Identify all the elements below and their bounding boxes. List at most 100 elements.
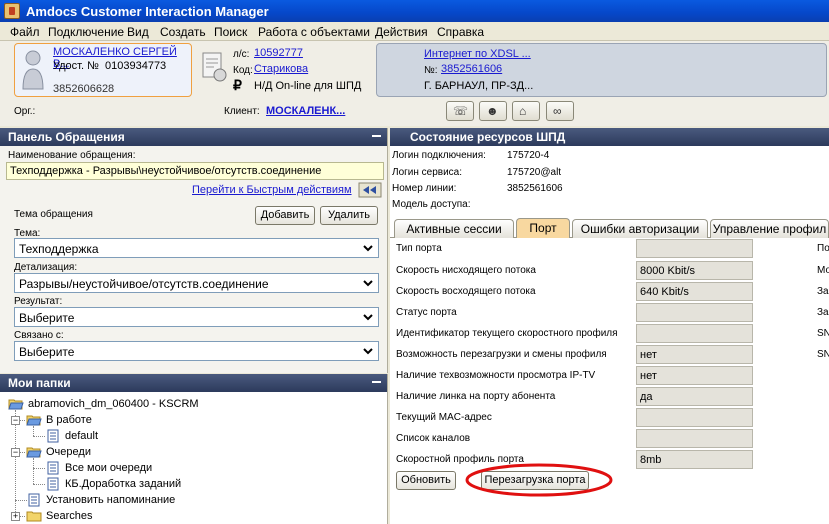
expand-icon[interactable]: + (11, 512, 20, 521)
tab-active-sessions[interactable]: Активные сессии (394, 219, 514, 238)
menu-help[interactable]: Справка (437, 25, 484, 39)
folder-root[interactable]: abramovich_dm_060400 - KSCRM (28, 398, 199, 410)
right-label-1: По (817, 243, 829, 254)
phone-search-button[interactable]: ☏ (446, 101, 474, 121)
folder-queues[interactable]: Очереди (46, 446, 91, 458)
service-name-link[interactable]: Интернет по XDSL ... (424, 48, 531, 60)
ls-value-link[interactable]: 10592777 (254, 47, 303, 59)
related-value: Выберите (19, 345, 75, 359)
service-num-link[interactable]: 3852561606 (441, 63, 502, 75)
org-label: Орг.: (14, 106, 36, 117)
quick-actions-link[interactable]: Перейти к Быстрым действиям (192, 184, 352, 196)
service-card[interactable]: Интернет по XDSL ... №: 3852561606 Г. БА… (376, 43, 827, 97)
minimize-icon[interactable] (372, 381, 381, 383)
folder-reminder[interactable]: Установить напоминание (46, 494, 175, 506)
link-field: да (636, 387, 753, 406)
downstream-label: Скорость нисходящего потока (396, 265, 536, 276)
iptv-field: нет (636, 366, 753, 385)
folder-default[interactable]: default (65, 430, 98, 442)
ls-label: л/с: (233, 49, 250, 60)
downstream-field: 8000 Kbit/s (636, 261, 753, 280)
tab-profile-management[interactable]: Управление профил (710, 219, 829, 238)
add-button[interactable]: Добавить (255, 206, 315, 225)
code-value-link[interactable]: Старикова (254, 63, 308, 75)
person-search-button[interactable]: ☻ (479, 101, 507, 121)
folder-open-icon (26, 415, 42, 426)
ruble-icon: ₽ (233, 77, 242, 93)
client-value-link[interactable]: МОСКАЛЕНК... (266, 105, 345, 117)
detail-select[interactable]: Разрывы/неустойчивое/отсутств.соединение (14, 273, 379, 293)
profile-id-field (636, 324, 753, 343)
line-number-label: Номер линии: (392, 183, 457, 194)
detail-value: Разрывы/неустойчивое/отсутств.соединение (19, 277, 269, 291)
service-num-label: №: (424, 65, 438, 76)
collapse-icon[interactable]: − (11, 416, 20, 425)
minimize-icon[interactable] (372, 135, 381, 137)
phone-icon: ☏ (453, 104, 469, 118)
code-label: Код: (233, 65, 253, 76)
port-type-label: Тип порта (396, 243, 442, 254)
window-title: Amdocs Customer Interaction Manager (26, 4, 269, 19)
line-number-value: 3852561606 (507, 183, 563, 194)
id-value: 0103934773 (105, 60, 167, 72)
result-select[interactable]: Выберите (14, 307, 379, 327)
right-label-4: За (817, 307, 829, 318)
menu-file[interactable]: Файл (10, 25, 40, 39)
person-icon (22, 50, 44, 90)
menu-create[interactable]: Создать (160, 25, 206, 39)
menu-search[interactable]: Поиск (214, 25, 247, 39)
folder-searches[interactable]: Searches (46, 510, 92, 522)
folder-icon (26, 511, 42, 522)
view-button[interactable]: ∞ (546, 101, 574, 121)
topic-label: Тема обращения (14, 209, 93, 220)
menu-actions[interactable]: Действия (375, 25, 428, 39)
access-model-label: Модель доступа: (392, 199, 471, 210)
right-label-2: Мо (817, 265, 829, 276)
tree-line (15, 500, 27, 501)
remove-button[interactable]: Удалить (320, 206, 378, 225)
mac-label: Текущий MAC-адрес (396, 412, 492, 423)
menu-connect[interactable]: Подключение (48, 25, 124, 39)
customer-card[interactable]: МОСКАЛЕНКО СЕРГЕЙ В... Удост. № 01039347… (14, 43, 192, 97)
login-service-value: 175720@alt (507, 167, 562, 178)
collapse-icon[interactable]: − (11, 448, 20, 457)
link-label: Наличие линка на порту абонента (396, 391, 556, 402)
port-type-field (636, 239, 753, 258)
menu-objects[interactable]: Работа с объектами (258, 25, 370, 39)
profile-id-label: Идентификатор текущего скоростного профи… (396, 328, 618, 339)
account-panel: л/с: 10592777 Код: Старикова ₽ Н/Д On-li… (196, 43, 372, 97)
folder-all-queues[interactable]: Все мои очереди (65, 462, 152, 474)
folder-in-work[interactable]: В работе (46, 414, 92, 426)
related-select[interactable]: Выберите (14, 341, 379, 361)
reboot-possible-label: Возможность перезагрузки и смены профиля (396, 349, 607, 360)
chevron-down-icon (363, 348, 373, 355)
document-icon (47, 429, 59, 443)
invoice-icon (202, 52, 227, 82)
tab-auth-errors[interactable]: Ошибки авторизации (572, 219, 708, 238)
folders-panel: Мои папки abramovich_dm_060400 - KSCRM −… (0, 374, 388, 524)
tree-line (33, 426, 34, 436)
document-icon (28, 493, 40, 507)
upstream-field: 640 Kbit/s (636, 282, 753, 301)
chevron-down-icon (363, 245, 373, 252)
service-address: Г. БАРНАУЛ, ПР-ЗД... (424, 80, 534, 92)
folder-kb[interactable]: КБ.Доработка заданий (65, 478, 181, 490)
bank-button[interactable]: ⌂ (512, 101, 540, 121)
request-name-field[interactable]: Техподдержка - Разрывы\неустойчивое/отсу… (6, 162, 384, 180)
tab-port[interactable]: Порт (516, 218, 570, 238)
menu-view[interactable]: Вид (127, 25, 149, 39)
customer-phone: 3852606628 (53, 83, 115, 95)
upstream-label: Скорость восходящего потока (396, 286, 536, 297)
quick-actions-icon[interactable] (358, 182, 382, 198)
resources-panel-header: Состояние ресурсов ШПД (390, 128, 829, 146)
folder-open-icon (8, 399, 24, 410)
document-icon (47, 477, 59, 491)
bank-icon: ⌂ (519, 104, 527, 118)
refresh-button[interactable]: Обновить (396, 471, 456, 490)
theme-select[interactable]: Техподдержка (14, 238, 379, 258)
iptv-label: Наличие техвозможности просмотра IP-TV (396, 370, 596, 381)
request-panel: Панель Обращения Наименование обращения:… (0, 128, 388, 373)
java-app-icon (4, 3, 20, 19)
detail-label: Детализация: (14, 262, 78, 273)
request-name-label: Наименование обращения: (8, 150, 136, 161)
